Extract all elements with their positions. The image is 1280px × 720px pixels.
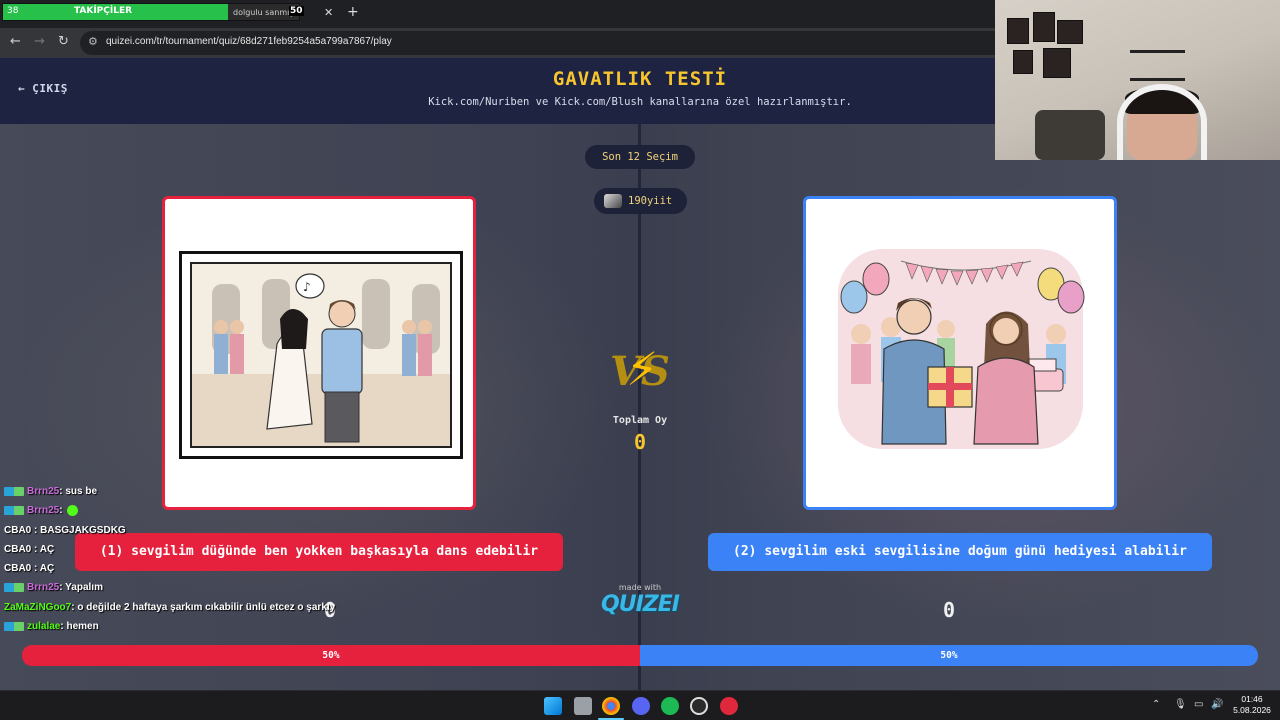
wall-poster <box>1043 48 1071 78</box>
chat-text: : AÇ <box>31 543 55 555</box>
browser-tab-title[interactable]: dolgulu sanmışı çekme <box>233 8 293 17</box>
option-1-card[interactable]: ♪ <box>162 196 476 510</box>
chat-text: : o değilde 2 haftaya şarkım cıkabilir ü… <box>71 601 336 613</box>
tray-overflow-icon[interactable]: ⌃ <box>1152 699 1160 710</box>
windows-taskbar: ⌃ 🎙 ▭ 🔊 01:46 5.08.2026 <box>0 690 1280 720</box>
chat-message: Brrn25: sus be <box>4 482 364 501</box>
chat-username[interactable]: CBA0 <box>4 544 31 555</box>
chat-message: CBA0 : AÇ <box>4 559 364 578</box>
svg-text:♪: ♪ <box>303 280 311 294</box>
user-name: 190yiit <box>628 195 673 207</box>
system-clock[interactable]: 01:46 5.08.2026 <box>1228 694 1276 716</box>
chat-message: ZaMaZiNGoo7: o değilde 2 haftaya şarkım … <box>4 598 364 617</box>
chat-username[interactable]: ZaMaZiNGoo7 <box>4 602 71 613</box>
site-info-icon[interactable]: ⚙ <box>88 35 98 48</box>
forward-arrow-icon[interactable]: → <box>34 34 45 49</box>
clock-date: 5.08.2026 <box>1233 705 1271 715</box>
birthday-gift-illustration <box>838 249 1085 449</box>
total-votes-value: 0 <box>633 430 647 454</box>
clock-time: 01:46 <box>1241 694 1263 704</box>
wall-poster <box>1057 20 1083 44</box>
option-1-image: ♪ <box>190 262 452 448</box>
wall-poster <box>1033 12 1055 42</box>
chat-username[interactable]: Brrn25 <box>27 505 59 516</box>
close-tab-icon[interactable]: ✕ <box>324 6 333 19</box>
wall-shelf <box>1130 78 1185 81</box>
option-2-progress-bar: 50% <box>640 645 1258 666</box>
chat-emote-icon <box>66 505 78 517</box>
webcam-overlay <box>995 0 1280 160</box>
chat-message: zulalae: hemen <box>4 617 364 636</box>
chat-message: CBA0 : AÇ <box>4 540 364 559</box>
quizei-logo[interactable]: QUIZEI <box>590 592 690 617</box>
app-icon[interactable] <box>720 697 738 715</box>
chat-text: : Yapalım <box>59 582 103 594</box>
total-votes-label: Toplam Oy <box>612 415 668 426</box>
follower-goal: 50 <box>289 6 304 16</box>
chat-badge-icon <box>4 506 24 516</box>
chat-username[interactable]: CBA0 <box>4 563 31 574</box>
obs-icon[interactable] <box>690 697 708 715</box>
chrome-icon[interactable] <box>602 697 620 715</box>
chat-username[interactable]: zulalae <box>27 621 60 632</box>
network-icon[interactable]: ▭ <box>1194 699 1203 710</box>
chat-message: CBA0 : BASGJAKGSDKG <box>4 521 364 540</box>
discord-icon[interactable] <box>632 697 650 715</box>
chat-message: Brrn25: Yapalım <box>4 578 364 597</box>
spotify-icon[interactable] <box>661 697 679 715</box>
stream-chat-overlay: Brrn25: sus be Brrn25: CBA0 : BASGJAKGSDKG… <box>4 482 364 636</box>
chat-text: : AÇ <box>31 563 55 575</box>
chat-text: : BASGJAKGSDKG <box>31 524 126 536</box>
follower-goal-overlay: 38 TAKİPÇİLER dolgulu sanmışı çekme 50 <box>2 3 304 21</box>
option-2-card[interactable] <box>803 196 1117 510</box>
round-badge: Son 12 Seçim <box>585 145 695 169</box>
chat-text: : sus be <box>59 486 98 497</box>
wedding-dance-illustration: ♪ <box>192 264 450 446</box>
option-2-button[interactable]: (2) sevgilim eski sevgilisine doğum günü… <box>708 533 1212 571</box>
chat-username[interactable]: Brrn25 <box>27 486 59 497</box>
lightning-bolt-icon: ⚡ <box>626 342 659 396</box>
new-tab-icon[interactable]: + <box>347 4 359 20</box>
reload-icon[interactable]: ↻ <box>58 34 69 49</box>
chat-badge-icon <box>4 583 24 593</box>
option-2-vote-count: 0 <box>942 598 956 622</box>
chat-text: : <box>59 505 63 517</box>
made-with-label: made with <box>618 583 662 592</box>
windows-start-icon[interactable] <box>544 697 562 715</box>
wall-poster <box>1013 50 1033 74</box>
wall-shelf <box>1130 50 1185 53</box>
file-explorer-icon[interactable] <box>574 697 592 715</box>
chat-message: Brrn25: <box>4 501 364 520</box>
headphones-icon <box>1117 84 1207 160</box>
chat-text: : hemen <box>60 621 99 633</box>
url-text[interactable]: quizei.com/tr/tournament/quiz/68d271feb9… <box>106 36 392 47</box>
back-arrow-icon[interactable]: ← <box>10 34 21 49</box>
chat-username[interactable]: CBA0 <box>4 525 31 536</box>
option-1-image-frame: ♪ <box>179 251 463 459</box>
chat-username[interactable]: Brrn25 <box>27 582 59 593</box>
microphone-icon[interactable]: 🎙 <box>1174 699 1187 710</box>
chat-badge-icon <box>4 621 24 631</box>
user-badge: 190yiit <box>594 188 687 214</box>
chat-badge-icon <box>4 486 24 496</box>
user-avatar <box>604 194 622 208</box>
wall-poster <box>1007 18 1029 44</box>
chair <box>1035 110 1105 160</box>
volume-icon[interactable]: 🔊 <box>1211 699 1223 710</box>
option-1-progress-bar: 50% <box>22 645 640 666</box>
